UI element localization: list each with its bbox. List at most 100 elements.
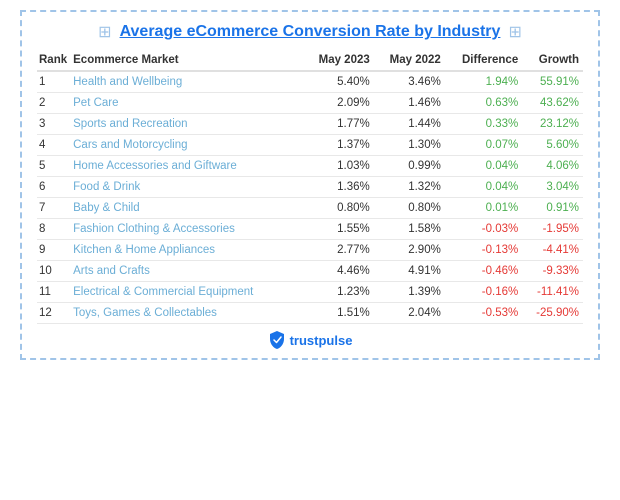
cell-may2023: 1.03%: [303, 156, 374, 177]
cell-may2022: 0.80%: [374, 198, 445, 219]
main-container: ⊞ Average eCommerce Conversion Rate by I…: [20, 10, 600, 360]
corner-tl-icon: [20, 10, 34, 24]
cell-diff: -0.53%: [445, 303, 522, 324]
cell-growth: -1.95%: [522, 219, 583, 240]
cell-diff: 0.01%: [445, 198, 522, 219]
cell-rank: 4: [37, 135, 71, 156]
cell-may2022: 1.44%: [374, 114, 445, 135]
table-row: 12 Toys, Games & Collectables 1.51% 2.04…: [37, 303, 583, 324]
cell-market: Fashion Clothing & Accessories: [71, 219, 303, 240]
table-row: 6 Food & Drink 1.36% 1.32% 0.04% 3.04%: [37, 177, 583, 198]
cell-diff: -0.16%: [445, 282, 522, 303]
cell-may2023: 4.46%: [303, 261, 374, 282]
cell-growth: 5.60%: [522, 135, 583, 156]
cell-may2022: 1.39%: [374, 282, 445, 303]
title-left-icon: ⊞: [98, 22, 111, 42]
cell-rank: 12: [37, 303, 71, 324]
table-header-row: Rank Ecommerce Market May 2023 May 2022 …: [37, 50, 583, 71]
cell-market: Pet Care: [71, 93, 303, 114]
table-row: 7 Baby & Child 0.80% 0.80% 0.01% 0.91%: [37, 198, 583, 219]
col-may2023: May 2023: [303, 50, 374, 71]
cell-may2022: 2.04%: [374, 303, 445, 324]
table-row: 3 Sports and Recreation 1.77% 1.44% 0.33…: [37, 114, 583, 135]
cell-growth: 4.06%: [522, 156, 583, 177]
cell-growth: -4.41%: [522, 240, 583, 261]
cell-may2022: 1.46%: [374, 93, 445, 114]
corner-br-icon: [586, 346, 600, 360]
cell-may2023: 1.55%: [303, 219, 374, 240]
col-may2022: May 2022: [374, 50, 445, 71]
table-row: 5 Home Accessories and Giftware 1.03% 0.…: [37, 156, 583, 177]
cell-rank: 6: [37, 177, 71, 198]
cell-may2022: 1.32%: [374, 177, 445, 198]
cell-may2023: 2.77%: [303, 240, 374, 261]
corner-bl-icon: [20, 346, 34, 360]
cell-may2022: 2.90%: [374, 240, 445, 261]
cell-may2022: 0.99%: [374, 156, 445, 177]
data-table: Rank Ecommerce Market May 2023 May 2022 …: [37, 50, 583, 324]
cell-growth: 3.04%: [522, 177, 583, 198]
cell-diff: 0.33%: [445, 114, 522, 135]
cell-rank: 10: [37, 261, 71, 282]
title-right-icon: ⊞: [508, 22, 521, 42]
table-row: 11 Electrical & Commercial Equipment 1.2…: [37, 282, 583, 303]
cell-may2023: 1.23%: [303, 282, 374, 303]
brand-name: trustpulse: [290, 333, 353, 348]
corner-tr-icon: [586, 10, 600, 24]
cell-rank: 2: [37, 93, 71, 114]
cell-may2022: 4.91%: [374, 261, 445, 282]
cell-may2022: 3.46%: [374, 71, 445, 93]
cell-diff: -0.13%: [445, 240, 522, 261]
cell-market: Health and Wellbeing: [71, 71, 303, 93]
col-market: Ecommerce Market: [71, 50, 303, 71]
cell-diff: -0.03%: [445, 219, 522, 240]
cell-market: Arts and Crafts: [71, 261, 303, 282]
col-rank: Rank: [37, 50, 71, 71]
cell-market: Baby & Child: [71, 198, 303, 219]
cell-may2022: 1.58%: [374, 219, 445, 240]
cell-may2023: 1.51%: [303, 303, 374, 324]
cell-market: Toys, Games & Collectables: [71, 303, 303, 324]
cell-growth: 0.91%: [522, 198, 583, 219]
trustpulse-logo: trustpulse: [268, 330, 353, 350]
cell-rank: 8: [37, 219, 71, 240]
cell-may2022: 1.30%: [374, 135, 445, 156]
cell-diff: 1.94%: [445, 71, 522, 93]
cell-diff: -0.46%: [445, 261, 522, 282]
table-row: 4 Cars and Motorcycling 1.37% 1.30% 0.07…: [37, 135, 583, 156]
cell-may2023: 0.80%: [303, 198, 374, 219]
cell-diff: 0.63%: [445, 93, 522, 114]
cell-growth: 43.62%: [522, 93, 583, 114]
col-growth: Growth: [522, 50, 583, 71]
title-row: ⊞ Average eCommerce Conversion Rate by I…: [37, 22, 583, 42]
cell-market: Home Accessories and Giftware: [71, 156, 303, 177]
cell-market: Kitchen & Home Appliances: [71, 240, 303, 261]
cell-market: Food & Drink: [71, 177, 303, 198]
cell-rank: 1: [37, 71, 71, 93]
cell-rank: 5: [37, 156, 71, 177]
cell-may2023: 5.40%: [303, 71, 374, 93]
cell-growth: -9.33%: [522, 261, 583, 282]
cell-diff: 0.04%: [445, 177, 522, 198]
cell-may2023: 1.36%: [303, 177, 374, 198]
shield-icon: [268, 330, 286, 350]
cell-rank: 11: [37, 282, 71, 303]
cell-may2023: 1.37%: [303, 135, 374, 156]
cell-growth: 23.12%: [522, 114, 583, 135]
table-row: 1 Health and Wellbeing 5.40% 3.46% 1.94%…: [37, 71, 583, 93]
table-row: 2 Pet Care 2.09% 1.46% 0.63% 43.62%: [37, 93, 583, 114]
table-row: 10 Arts and Crafts 4.46% 4.91% -0.46% -9…: [37, 261, 583, 282]
page-title: Average eCommerce Conversion Rate by Ind…: [120, 23, 501, 41]
cell-market: Electrical & Commercial Equipment: [71, 282, 303, 303]
table-row: 8 Fashion Clothing & Accessories 1.55% 1…: [37, 219, 583, 240]
cell-market: Cars and Motorcycling: [71, 135, 303, 156]
cell-growth: -11.41%: [522, 282, 583, 303]
table-row: 9 Kitchen & Home Appliances 2.77% 2.90% …: [37, 240, 583, 261]
footer: trustpulse: [37, 330, 583, 350]
col-difference: Difference: [445, 50, 522, 71]
cell-rank: 9: [37, 240, 71, 261]
cell-rank: 7: [37, 198, 71, 219]
cell-diff: 0.07%: [445, 135, 522, 156]
cell-may2023: 1.77%: [303, 114, 374, 135]
cell-rank: 3: [37, 114, 71, 135]
